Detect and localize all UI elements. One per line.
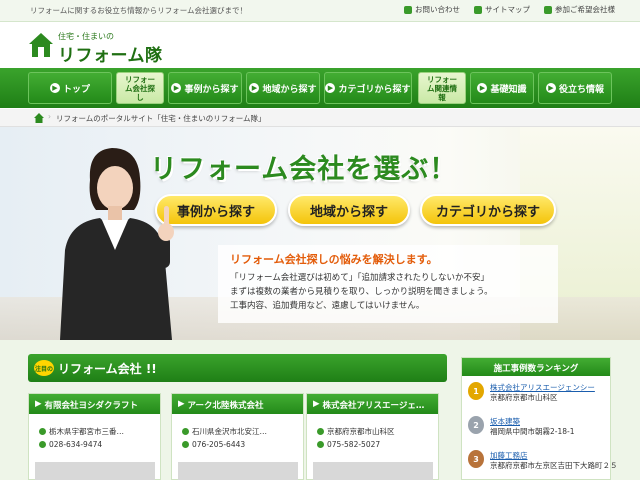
company-photo [313,462,433,480]
nav-search-by-area-label: 地域から探す [262,84,317,95]
nav-search-by-category-label: カテゴリから探す [338,84,411,95]
chevron-right-icon: ▶ [313,399,320,409]
company-address-row: 石川県金沢市北安江… [182,426,267,437]
featured-badge: 注目の [34,360,54,376]
company-card[interactable]: ▶ 有限会社ヨシダクラフト 栃木県宇都宮市三番… 028-634-9474 [28,393,161,480]
featured-companies-header: 注目の リフォーム会社 !! [28,354,447,382]
gold-medal-icon: 1 [468,382,484,400]
nav-useful-info-label: 役立ち情報 [558,84,604,95]
company-card-header: ▶ 株式会社アリスエージェ… [307,394,438,414]
company-name: 株式会社アリスエージェ… [322,401,425,411]
chevron-right-icon: ▶ [249,83,260,93]
nav-search-by-category[interactable]: ▶ カテゴリから探す [324,72,412,104]
chevron-right-icon: ▶ [178,399,185,409]
join-company-link[interactable]: 参加ご希望会社様 [544,4,615,15]
company-address: 京都府京都市山科区 [327,427,395,436]
ranking-company-address: 京都府京都市左京区吉田下大路町２５ [490,461,618,470]
company-card[interactable]: ▶ 株式会社アリスエージェ… 京都府京都市山科区 075-582-5027 [306,393,439,480]
join-company-link-label: 参加ご希望会社様 [555,5,615,14]
chevron-right-icon: ▶ [545,83,556,93]
sitemap-link-label: サイトマップ [485,5,530,14]
nav-search-by-case[interactable]: ▶ 事例から探す [168,72,242,104]
breadcrumb: › リフォームのポータルサイト「住宅・住まいのリフォーム隊」 [0,109,640,127]
company-phone-row: 075-582-5027 [317,440,380,449]
ranking-company-address: 京都府京都市山科区 [490,393,558,402]
featured-companies-title: リフォーム会社 !! [58,362,157,376]
sitemap-icon [474,5,482,14]
guide-woman-illustration [60,148,174,340]
location-pin-icon [39,428,46,435]
company-phone: 028-634-9474 [49,440,103,449]
company-phone-row: 076-205-6443 [182,440,245,449]
nav-search-by-area[interactable]: ▶ 地域から探す [246,72,320,104]
bronze-medal-icon: 3 [468,450,484,468]
company-phone: 076-205-6443 [192,440,246,449]
hero-message-line-3: 工事内容、追加費用など、遠慮してはいけません。 [230,301,425,311]
contact-link[interactable]: お問い合わせ [404,4,460,15]
hero-search-by-area-button[interactable]: 地域から探す [288,194,410,226]
chevron-right-icon: ▶ [477,83,488,93]
breadcrumb-current: リフォームのポータルサイト「住宅・住まいのリフォーム隊」 [56,114,266,123]
hero-message-line-1: 「リフォーム会社選びは初めて」「追加請求されたりしないか不安」 [230,273,489,283]
company-address-row: 栃木県宇都宮市三番… [39,426,124,437]
sitemap-link[interactable]: サイトマップ [474,4,530,15]
ranking-company-address: 福岡県中間市朝霧2-18-1 [490,427,575,436]
nav-reform-company-search[interactable]: リフォーム会社探し [116,72,164,104]
contact-link-label: お問い合わせ [415,5,460,14]
phone-icon [39,441,46,448]
location-pin-icon [182,428,189,435]
nav-basic-knowledge[interactable]: ▶ 基礎知識 [470,72,534,104]
company-phone: 075-582-5027 [327,440,381,449]
nav-top[interactable]: ▶ トップ [28,72,112,104]
phone-icon [317,441,324,448]
company-photo [178,462,298,480]
chevron-right-icon: ▶ [35,399,42,409]
site-logo[interactable]: 住宅・住まいの リフォーム隊 [28,30,188,66]
nav-reform-company-search-label: リフォーム会社探し [125,74,155,102]
company-name: 有限会社ヨシダクラフト [44,401,139,411]
company-address-row: 京都府京都市山科区 [317,426,395,437]
top-links: お問い合わせ サイトマップ 参加ご希望会社様 [404,4,615,15]
company-card-header: ▶ 有限会社ヨシダクラフト [29,394,160,414]
site-tagline: リフォームに関するお役立ち情報からリフォーム会社選びまで！ [30,6,248,15]
nav-basic-knowledge-label: 基礎知識 [490,84,527,95]
home-icon[interactable] [34,113,44,123]
hero-message-heading: リフォーム会社探しの悩みを解決します。 [230,253,438,266]
company-address: 石川県金沢市北安江… [192,427,267,436]
company-icon [544,5,552,14]
nav-useful-info[interactable]: ▶ 役立ち情報 [538,72,612,104]
company-card[interactable]: ▶ アーク北陸株式会社 石川県金沢市北安江… 076-205-6443 [171,393,304,480]
top-bar: リフォームに関するお役立ち情報からリフォーム会社選びまで！ お問い合わせ サイト… [0,0,640,22]
case-count-ranking: 施工事例数ランキング 1 株式会社アリスエージェンシー 京都府京都市山科区 2 … [461,357,618,480]
chevron-right-icon: ▶ [171,83,182,93]
location-pin-icon [317,428,324,435]
chevron-right-icon: ▶ [325,83,336,93]
nav-search-by-case-label: 事例から探す [184,84,239,95]
main-nav: ▶ トップ リフォーム会社探し ▶ 事例から探す ▶ 地域から探す ▶ カテゴリ… [0,68,640,108]
mail-icon [404,5,412,14]
nav-top-label: トップ [62,84,90,95]
hero-title: リフォーム会社を選ぶ！ [150,154,458,185]
nav-reform-related-info[interactable]: リフォーム関連情報 [418,72,466,104]
company-phone-row: 028-634-9474 [39,440,102,449]
hero-search-by-category-button[interactable]: カテゴリから探す [420,194,556,226]
breadcrumb-separator: › [48,112,51,121]
logo-title: リフォーム隊 [58,46,163,66]
hero-message-box: リフォーム会社探しの悩みを解決します。 「リフォーム会社選びは初めて」「追加請求… [218,245,558,323]
hero-message-line-2: まずは複数の業者から見積りを取り、しっかり説明を聞きましょう。 [230,287,493,297]
company-address: 栃木県宇都宮市三番… [49,427,124,436]
company-card-header: ▶ アーク北陸株式会社 [172,394,303,414]
company-name: アーク北陸株式会社 [187,401,264,411]
silver-medal-icon: 2 [468,416,484,434]
house-logo-icon [29,33,53,57]
company-photo [35,462,155,480]
phone-icon [182,441,189,448]
ranking-title: 施工事例数ランキング [462,358,610,376]
chevron-right-icon: ▶ [49,83,60,93]
nav-reform-related-info-label: リフォーム関連情報 [427,74,457,102]
